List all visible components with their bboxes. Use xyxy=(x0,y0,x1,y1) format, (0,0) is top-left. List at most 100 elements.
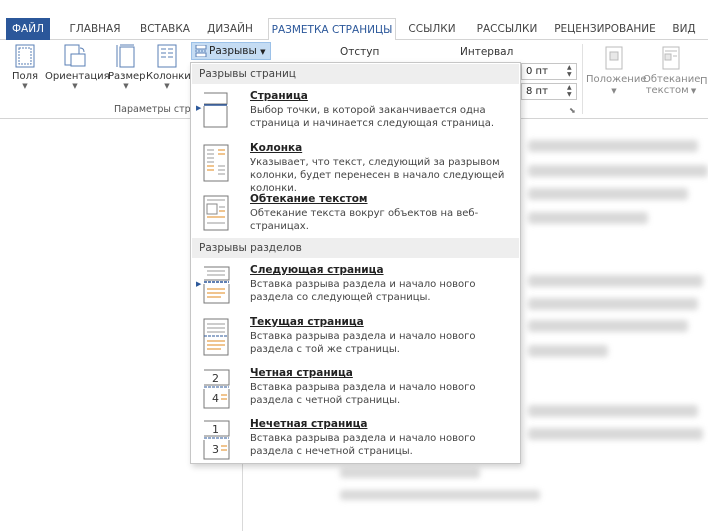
menu-item-title: Следующая страница xyxy=(250,264,384,276)
blurred-text xyxy=(528,188,688,200)
blurred-text xyxy=(528,140,698,152)
menu-item-text-wrapping[interactable]: Обтекание текстом Обтекание текста вокру… xyxy=(192,193,519,233)
spacing-label: Интервал xyxy=(460,46,514,58)
menu-item-title: Обтекание текстом xyxy=(250,193,368,205)
blurred-text xyxy=(340,468,480,478)
group-separator xyxy=(582,44,583,114)
chevron-down-icon: ▼ xyxy=(72,82,78,90)
text-wrap-break-icon xyxy=(203,195,229,231)
orientation-button[interactable]: Ориентация ▼ xyxy=(45,44,110,90)
menu-item-column-break[interactable]: Колонка Указывает, что текст, следующий … xyxy=(192,142,519,194)
wrap-text-label-2: текстом xyxy=(645,85,689,96)
breaks-label: Разрывы xyxy=(209,45,257,57)
even-top-digit: 2 xyxy=(212,372,219,385)
breaks-button[interactable]: Разрывы ▼ xyxy=(191,42,271,60)
pointer-icon: ▶ xyxy=(196,104,202,112)
next-page-section-icon xyxy=(203,266,230,304)
continuous-section-icon xyxy=(203,318,229,356)
chevron-down-icon: ▼ xyxy=(164,82,170,90)
menu-item-desc: Выбор точки, в которой заканчивается одн… xyxy=(250,105,495,129)
column-break-icon xyxy=(203,144,229,182)
tab-design[interactable]: ДИЗАЙН xyxy=(202,18,258,40)
menu-item-title: Страница xyxy=(250,90,308,102)
blurred-text xyxy=(528,212,648,224)
wrap-text-label: Обтекание xyxy=(643,74,701,85)
word-window: ФАЙЛ ГЛАВНАЯ ВСТАВКА ДИЗАЙН РАЗМЕТКА СТР… xyxy=(0,0,708,531)
menu-item-odd-page[interactable]: 13 Нечетная страница Вставка разрыва раз… xyxy=(192,418,519,462)
even-bottom-digit: 4 xyxy=(212,392,219,405)
chevron-down-icon: ▼ xyxy=(22,82,28,90)
menu-item-title: Четная страница xyxy=(250,367,353,379)
paragraph-dialog-launcher-icon[interactable]: ⬊ xyxy=(569,106,576,115)
chevron-down-icon: ▼ xyxy=(123,82,129,90)
chevron-down-icon: ▼ xyxy=(688,87,697,95)
blurred-text xyxy=(528,405,698,417)
section-breaks-header: Разрывы разделов xyxy=(192,238,519,258)
menu-item-desc: Указывает, что текст, следующий за разры… xyxy=(250,157,505,194)
size-label: Размер xyxy=(108,71,146,82)
blurred-text xyxy=(340,490,540,500)
page-breaks-header: Разрывы страниц xyxy=(192,64,519,84)
chevron-down-icon: ▼ xyxy=(260,48,266,56)
tab-mailings[interactable]: РАССЫЛКИ xyxy=(470,18,544,40)
size-button[interactable]: Размер ▼ xyxy=(108,44,146,90)
odd-page-section-icon: 13 xyxy=(203,420,230,460)
odd-top-digit: 1 xyxy=(212,423,219,436)
menu-item-even-page[interactable]: 24 Четная страница Вставка разрыва разде… xyxy=(192,367,519,411)
spinner-arrows-icon[interactable]: ▲ ▼ xyxy=(567,84,575,98)
margins-label: Поля xyxy=(11,71,39,82)
menu-item-title: Нечетная страница xyxy=(250,418,368,430)
spinner-arrows-icon[interactable]: ▲ ▼ xyxy=(567,64,575,78)
size-icon xyxy=(116,44,135,68)
columns-label: Колонки xyxy=(146,71,191,82)
position-label: Положение xyxy=(586,74,647,85)
menu-item-desc: Вставка разрыва раздела и начало нового … xyxy=(250,279,476,303)
blurred-text xyxy=(528,165,708,177)
tab-insert[interactable]: ВСТАВКА xyxy=(134,18,196,40)
menu-item-next-page[interactable]: ▶ Следующая страница Вставка разрыва раз… xyxy=(192,264,519,308)
tab-page-layout[interactable]: РАЗМЕТКА СТРАНИЦЫ xyxy=(268,18,396,41)
breaks-dropdown-menu: Разрывы страниц ▶ Страница Выбор точки, … xyxy=(190,62,521,464)
spacing-before-value: 0 пт xyxy=(526,66,548,77)
menu-item-desc: Вставка разрыва раздела и начало нового … xyxy=(250,433,476,457)
ribbon-tab-bar: ФАЙЛ ГЛАВНАЯ ВСТАВКА ДИЗАЙН РАЗМЕТКА СТР… xyxy=(0,18,708,41)
tab-home[interactable]: ГЛАВНАЯ xyxy=(60,18,130,40)
page-break-icon xyxy=(203,92,228,128)
indent-label: Отступ xyxy=(340,46,380,58)
blurred-text xyxy=(528,345,608,357)
orientation-icon xyxy=(64,44,86,67)
blurred-text xyxy=(528,298,698,310)
menu-item-continuous[interactable]: Текущая страница Вставка разрыва раздела… xyxy=(192,316,519,360)
spacing-before-input[interactable]: 0 пт ▲ ▼ xyxy=(521,63,577,80)
chevron-down-icon: ▼ xyxy=(611,87,617,95)
position-icon xyxy=(605,46,623,70)
even-page-section-icon: 24 xyxy=(203,369,230,409)
tab-view[interactable]: ВИД xyxy=(667,18,701,40)
tab-file[interactable]: ФАЙЛ xyxy=(6,18,50,40)
spacing-after-value: 8 пт xyxy=(526,86,548,97)
spacing-after-input[interactable]: 8 пт ▲ ▼ xyxy=(521,83,577,100)
blurred-text xyxy=(528,275,703,287)
margins-icon xyxy=(15,44,35,68)
menu-item-title: Текущая страница xyxy=(250,316,364,328)
menu-item-desc: Обтекание текста вокруг объектов на веб-… xyxy=(250,208,479,232)
blurred-text xyxy=(528,320,688,332)
tab-review[interactable]: РЕЦЕНЗИРОВАНИЕ xyxy=(553,18,657,40)
menu-item-desc: Вставка разрыва раздела и начало нового … xyxy=(250,331,476,355)
menu-item-page-break[interactable]: ▶ Страница Выбор точки, в которой заканч… xyxy=(192,90,519,134)
odd-bottom-digit: 3 xyxy=(212,443,219,456)
margins-button[interactable]: Поля ▼ xyxy=(10,44,40,90)
columns-button[interactable]: Колонки ▼ xyxy=(146,44,191,90)
breaks-icon xyxy=(195,44,207,58)
extra-ribbon-label: П xyxy=(700,76,708,87)
pointer-icon: ▶ xyxy=(196,280,202,288)
menu-item-title: Колонка xyxy=(250,142,303,154)
columns-icon xyxy=(157,44,177,68)
position-button[interactable]: Положение ▼ xyxy=(586,46,647,96)
blurred-text xyxy=(528,428,703,440)
wrap-text-button[interactable]: Обтекание текстом ▼ xyxy=(643,46,701,96)
tab-references[interactable]: ССЫЛКИ xyxy=(403,18,461,40)
orientation-label: Ориентация xyxy=(45,71,110,82)
menu-item-desc: Вставка разрыва раздела и начало нового … xyxy=(250,382,476,406)
wrap-text-icon xyxy=(662,46,680,70)
